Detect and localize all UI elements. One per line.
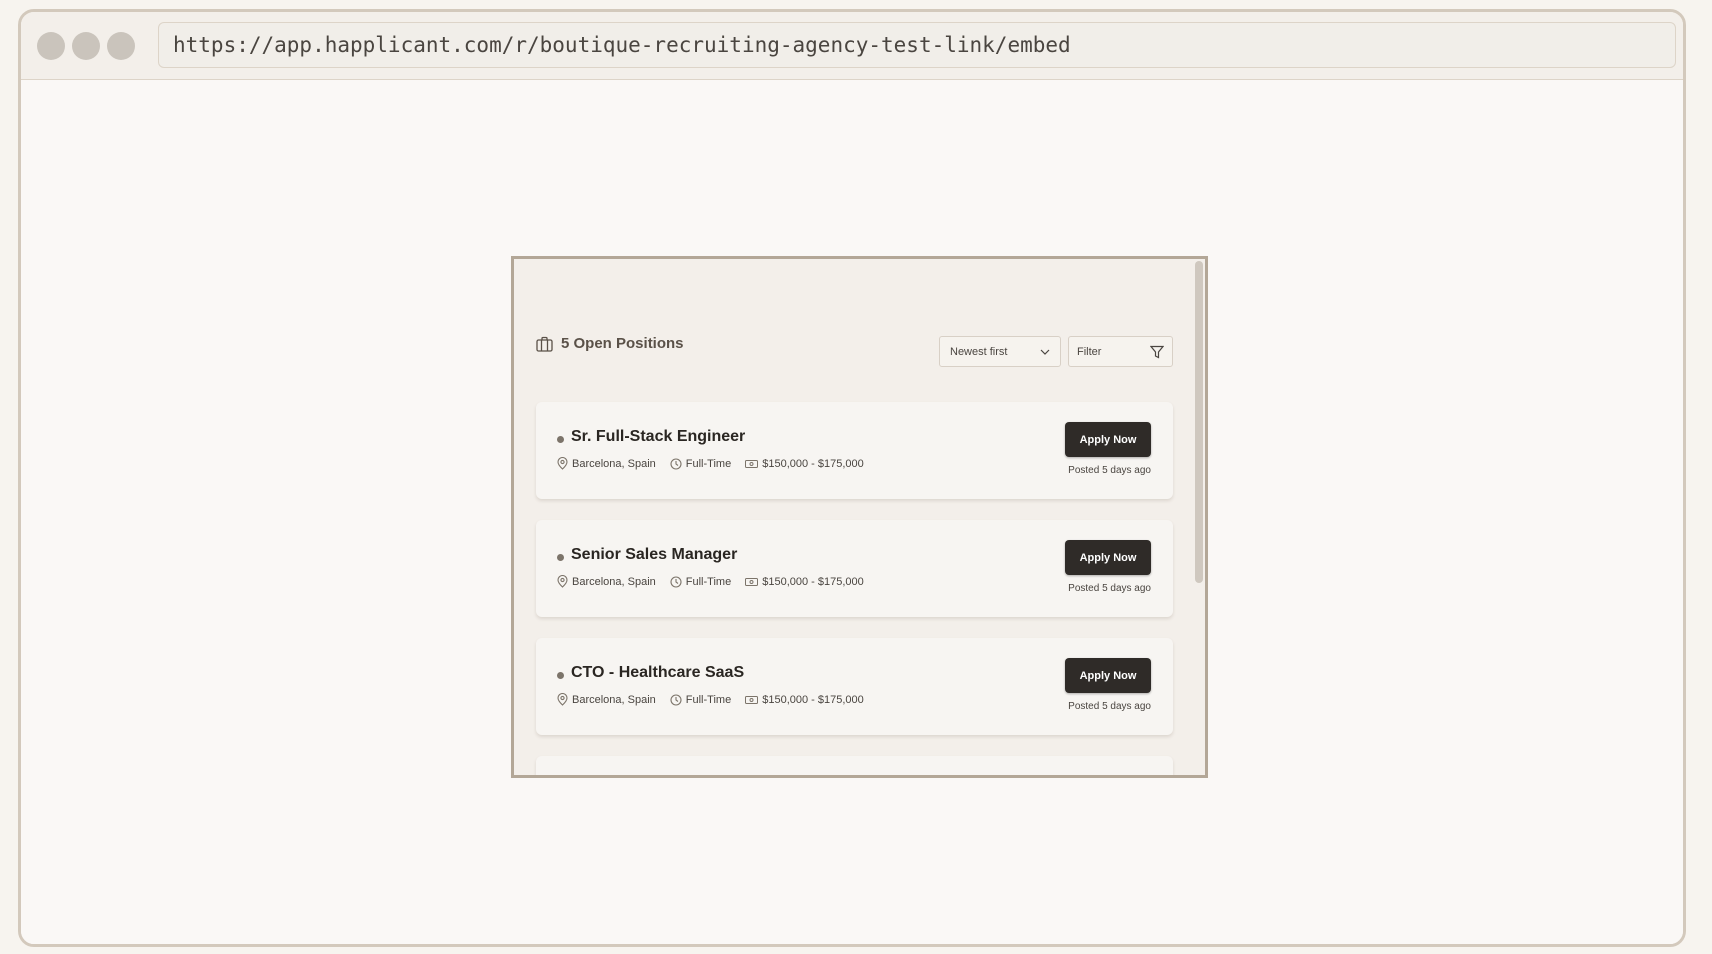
briefcase-icon	[536, 336, 553, 352]
job-meta: Barcelona, Spain Full-Time $150,000 - $1…	[557, 457, 878, 470]
sort-dropdown[interactable]: Newest first	[939, 336, 1061, 367]
filter-label: Filter	[1077, 345, 1102, 358]
address-bar[interactable]: https://app.happlicant.com/r/boutique-re…	[158, 22, 1676, 68]
money-icon	[745, 577, 759, 587]
job-location-text: Barcelona, Spain	[572, 457, 656, 470]
job-location: Barcelona, Spain	[557, 693, 656, 706]
job-card[interactable]	[536, 756, 1173, 775]
apply-now-button[interactable]: Apply Now	[1065, 540, 1151, 575]
embed-scrollbar[interactable]	[1195, 261, 1203, 583]
job-title[interactable]: Senior Sales Manager	[571, 546, 737, 564]
job-location-text: Barcelona, Spain	[572, 693, 656, 706]
job-meta: Barcelona, Spain Full-Time $150,000 - $1…	[557, 693, 878, 706]
job-location: Barcelona, Spain	[557, 457, 656, 470]
filter-button[interactable]: Filter	[1068, 336, 1173, 367]
location-pin-icon	[557, 457, 568, 470]
browser-toolbar: https://app.happlicant.com/r/boutique-re…	[21, 12, 1683, 80]
job-type-text: Full-Time	[685, 575, 732, 588]
page-content: 5 Open Positions Newest first Filter Sr.…	[21, 80, 1683, 944]
job-salary-text: $150,000 - $175,000	[762, 693, 864, 706]
job-salary: $150,000 - $175,000	[745, 694, 864, 706]
open-positions-title: 5 Open Positions	[561, 335, 684, 352]
job-location: Barcelona, Spain	[557, 575, 656, 588]
job-location-text: Barcelona, Spain	[572, 575, 656, 588]
job-card[interactable]: Sr. Full-Stack Engineer Barcelona, Spain…	[536, 402, 1173, 499]
apply-now-button[interactable]: Apply Now	[1065, 658, 1151, 693]
posted-date: Posted 5 days ago	[1068, 701, 1151, 712]
job-bullet-dot	[557, 436, 564, 443]
posted-date: Posted 5 days ago	[1068, 583, 1151, 594]
job-type: Full-Time	[670, 694, 731, 706]
job-meta: Barcelona, Spain Full-Time $150,000 - $1…	[557, 575, 878, 588]
job-card[interactable]: Senior Sales Manager Barcelona, Spain Fu…	[536, 520, 1173, 617]
job-salary-text: $150,000 - $175,000	[762, 457, 864, 470]
positions-header: 5 Open Positions	[536, 335, 684, 352]
posted-date: Posted 5 days ago	[1068, 465, 1151, 476]
filter-icon	[1150, 345, 1164, 359]
clock-icon	[670, 693, 682, 706]
job-title[interactable]: CTO - Healthcare SaaS	[571, 664, 744, 682]
clock-icon	[670, 457, 682, 470]
location-pin-icon	[557, 575, 568, 588]
job-salary-text: $150,000 - $175,000	[762, 575, 864, 588]
job-type-text: Full-Time	[685, 457, 732, 470]
window-close-dot[interactable]	[37, 32, 65, 60]
money-icon	[745, 695, 759, 705]
job-card[interactable]: CTO - Healthcare SaaS Barcelona, Spain F…	[536, 638, 1173, 735]
location-pin-icon	[557, 693, 568, 706]
job-salary: $150,000 - $175,000	[745, 576, 864, 588]
job-type: Full-Time	[670, 576, 731, 588]
job-type-text: Full-Time	[685, 693, 732, 706]
job-bullet-dot	[557, 672, 564, 679]
job-title[interactable]: Sr. Full-Stack Engineer	[571, 428, 745, 446]
job-bullet-dot	[557, 554, 564, 561]
window-minimize-dot[interactable]	[72, 32, 100, 60]
careers-embed: 5 Open Positions Newest first Filter Sr.…	[511, 256, 1208, 778]
job-type: Full-Time	[670, 458, 731, 470]
apply-now-button[interactable]: Apply Now	[1065, 422, 1151, 457]
job-salary: $150,000 - $175,000	[745, 458, 864, 470]
browser-window: https://app.happlicant.com/r/boutique-re…	[18, 9, 1686, 947]
clock-icon	[670, 575, 682, 588]
window-maximize-dot[interactable]	[107, 32, 135, 60]
chevron-down-icon	[1040, 349, 1050, 355]
money-icon	[745, 459, 759, 469]
address-bar-url: https://app.happlicant.com/r/boutique-re…	[173, 33, 1071, 57]
sort-dropdown-label: Newest first	[950, 345, 1008, 358]
